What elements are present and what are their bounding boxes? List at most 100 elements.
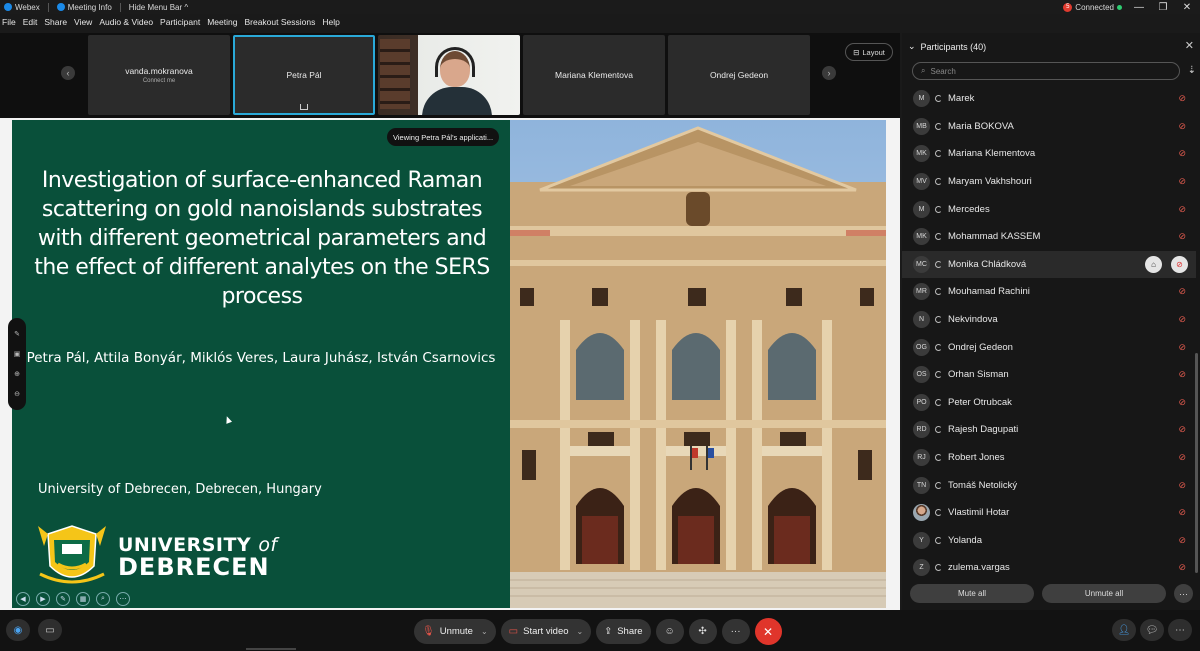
participant-row[interactable]: MC Monika Chládková ⌂ ⊘ <box>902 250 1196 279</box>
meeting-info-button[interactable]: Meeting Info <box>56 3 112 12</box>
slide-prev-icon[interactable]: ◀ <box>16 592 30 606</box>
participant-row[interactable]: RJ Robert Jones ⊘ <box>902 444 1196 472</box>
menu-participant[interactable]: Participant <box>160 17 200 31</box>
menu-meeting[interactable]: Meeting <box>207 17 237 31</box>
sort-icon[interactable]: ⇣ <box>1188 65 1196 76</box>
unmute-button[interactable]: 🎙︎ Unmute ⌄ <box>414 619 496 644</box>
participant-row[interactable]: MK Mariana Klementova ⊘ <box>902 140 1196 168</box>
divider <box>47 2 49 12</box>
panel-more-button[interactable]: ··· <box>1174 584 1193 603</box>
participant-row[interactable]: MV Maryam Vakhshouri ⊘ <box>902 168 1196 196</box>
menu-view[interactable]: View <box>74 17 92 31</box>
close-icon[interactable]: ✕ <box>1185 39 1194 52</box>
microphone-muted-icon[interactable]: ⊘ <box>1178 507 1186 518</box>
microphone-muted-icon[interactable]: ⊘ <box>1178 286 1186 297</box>
unmute-all-button[interactable]: Unmute all <box>1042 584 1166 603</box>
microphone-muted-icon[interactable]: ⊘ <box>1178 121 1186 132</box>
microphone-muted-icon[interactable]: ⊘ <box>1178 231 1186 242</box>
video-tile-vanda[interactable]: vanda.mokranova Connect me <box>88 35 230 115</box>
microphone-muted-icon[interactable]: ⊘ <box>1178 93 1186 104</box>
mute-all-button[interactable]: Mute all <box>910 584 1034 603</box>
unmute-participant-button[interactable]: ⊘ <box>1171 255 1188 273</box>
participant-options-icon[interactable]: ⌂ <box>1145 255 1162 273</box>
tile-name: Petra Pál <box>286 70 322 80</box>
menu-audio-video[interactable]: Audio & Video <box>99 17 153 31</box>
connection-status[interactable]: 5 Connected <box>1063 2 1122 12</box>
slide-grid-icon[interactable]: ▦ <box>76 592 90 606</box>
webex-assistant-button[interactable]: ◉ <box>6 619 30 641</box>
participant-search-input[interactable]: ⌕ Search <box>912 62 1180 80</box>
microphone-muted-icon[interactable]: ⊘ <box>1178 397 1186 408</box>
strip-prev-button[interactable]: ‹ <box>61 66 75 80</box>
share-button[interactable]: ⇪ Share <box>596 619 651 644</box>
video-tile-ondrej[interactable]: Ondrej Gedeon <box>668 35 810 115</box>
microphone-muted-icon[interactable]: ⊘ <box>1178 480 1186 491</box>
restore-button[interactable]: ❐ <box>1156 2 1170 13</box>
participant-row[interactable]: MK Mohammad KASSEM ⊘ <box>902 223 1196 251</box>
participant-row[interactable]: PO Peter Otrubcak ⊘ <box>902 389 1196 417</box>
participant-row[interactable]: TN Tomáš Netolický ⊘ <box>902 471 1196 499</box>
participant-row[interactable]: OS Orhan Sisman ⊘ <box>902 361 1196 389</box>
slide-more-icon[interactable]: ⋯ <box>116 592 130 606</box>
video-tile-petra[interactable]: Petra Pál <box>233 35 375 115</box>
microphone-muted-icon[interactable]: ⊘ <box>1178 342 1186 353</box>
avatar: OS <box>913 366 930 384</box>
participant-row[interactable]: Zzulema.vargas ⊘ <box>902 554 1196 582</box>
slide-next-icon[interactable]: ▶ <box>36 592 50 606</box>
viewing-share-badge[interactable]: Viewing Petra Pál's applicati... <box>387 128 500 146</box>
participant-row[interactable]: Vlastimil Hotar ⊘ <box>902 499 1196 527</box>
zoom-in-icon[interactable]: ⊕ <box>14 370 20 378</box>
avatar: MR <box>913 283 930 301</box>
participants-toggle-button[interactable]: 👤︎ <box>1112 619 1136 641</box>
microphone-muted-icon[interactable]: ⊘ <box>1178 535 1186 546</box>
captions-button[interactable]: ▭ <box>38 619 62 641</box>
microphone-muted-icon[interactable]: ⊘ <box>1178 314 1186 325</box>
video-tile-camera[interactable] <box>378 35 520 115</box>
avatar: OG <box>913 338 930 356</box>
minimize-button[interactable]: — <box>1132 2 1146 13</box>
chevron-down-icon[interactable]: ⌄ <box>577 627 584 636</box>
participant-row[interactable]: N Nekvindova ⊘ <box>902 306 1196 334</box>
microphone-muted-icon[interactable]: ⊘ <box>1178 562 1186 573</box>
video-tile-mariana[interactable]: Mariana Klementova <box>523 35 665 115</box>
participants-header[interactable]: ⌄ Participants (40) <box>908 41 986 52</box>
chevron-down-icon[interactable]: ⌄ <box>481 627 488 636</box>
participant-row[interactable]: MR Mouhamad Rachini ⊘ <box>902 278 1196 306</box>
menu-breakout-sessions[interactable]: Breakout Sessions <box>244 17 315 31</box>
participant-list-scrollbar[interactable] <box>1195 353 1198 573</box>
annotation-side-toolbar[interactable]: ✎ ▣ ⊕ ⊖ <box>8 318 26 410</box>
slide-zoom-icon[interactable]: ⌕ <box>96 592 110 606</box>
start-video-button[interactable]: ▭ Start video ⌄ <box>500 619 592 644</box>
microphone-muted-icon[interactable]: ⊘ <box>1178 369 1186 380</box>
microphone-muted-icon[interactable]: ⊘ <box>1178 176 1186 187</box>
strip-next-button[interactable]: › <box>822 66 836 80</box>
menu-file[interactable]: File <box>2 17 16 31</box>
menu-edit[interactable]: Edit <box>23 17 38 31</box>
chat-button[interactable]: 💬︎ <box>1140 619 1164 641</box>
participant-row[interactable]: MB Maria BOKOVA ⊘ <box>902 113 1196 141</box>
annotate-icon[interactable]: ✎ <box>14 330 20 338</box>
microphone-muted-icon[interactable]: ⊘ <box>1178 204 1186 215</box>
participant-row[interactable]: RD Rajesh Dagupati ⊘ <box>902 416 1196 444</box>
participant-row[interactable]: Y Yolanda ⊘ <box>902 527 1196 555</box>
participant-row[interactable]: M Mercedes ⊘ <box>902 195 1196 223</box>
participant-row[interactable]: M Marek ⊘ <box>902 85 1196 113</box>
reactions-button[interactable]: ☺ <box>655 619 684 644</box>
close-window-button[interactable]: ✕ <box>1180 2 1194 13</box>
zoom-out-icon[interactable]: ⊖ <box>14 390 20 398</box>
taskbar-indicator <box>246 648 296 650</box>
leave-meeting-button[interactable]: ✕ <box>754 618 782 645</box>
more-panels-button[interactable]: ⋯ <box>1168 619 1192 641</box>
slide-pen-icon[interactable]: ✎ <box>56 592 70 606</box>
microphone-muted-icon[interactable]: ⊘ <box>1178 148 1186 159</box>
menu-help[interactable]: Help <box>322 17 339 31</box>
hide-menu-bar-button[interactable]: Hide Menu Bar ^ <box>129 3 188 12</box>
stop-icon[interactable]: ▣ <box>14 350 21 358</box>
layout-button[interactable]: ⊟ Layout <box>845 43 893 61</box>
participant-row[interactable]: OG Ondrej Gedeon ⊘ <box>902 333 1196 361</box>
microphone-muted-icon[interactable]: ⊘ <box>1178 452 1186 463</box>
microphone-muted-icon[interactable]: ⊘ <box>1178 424 1186 435</box>
menu-share[interactable]: Share <box>44 17 67 31</box>
apps-button[interactable]: ✣ <box>688 619 717 644</box>
more-options-button[interactable]: ··· <box>721 619 750 644</box>
